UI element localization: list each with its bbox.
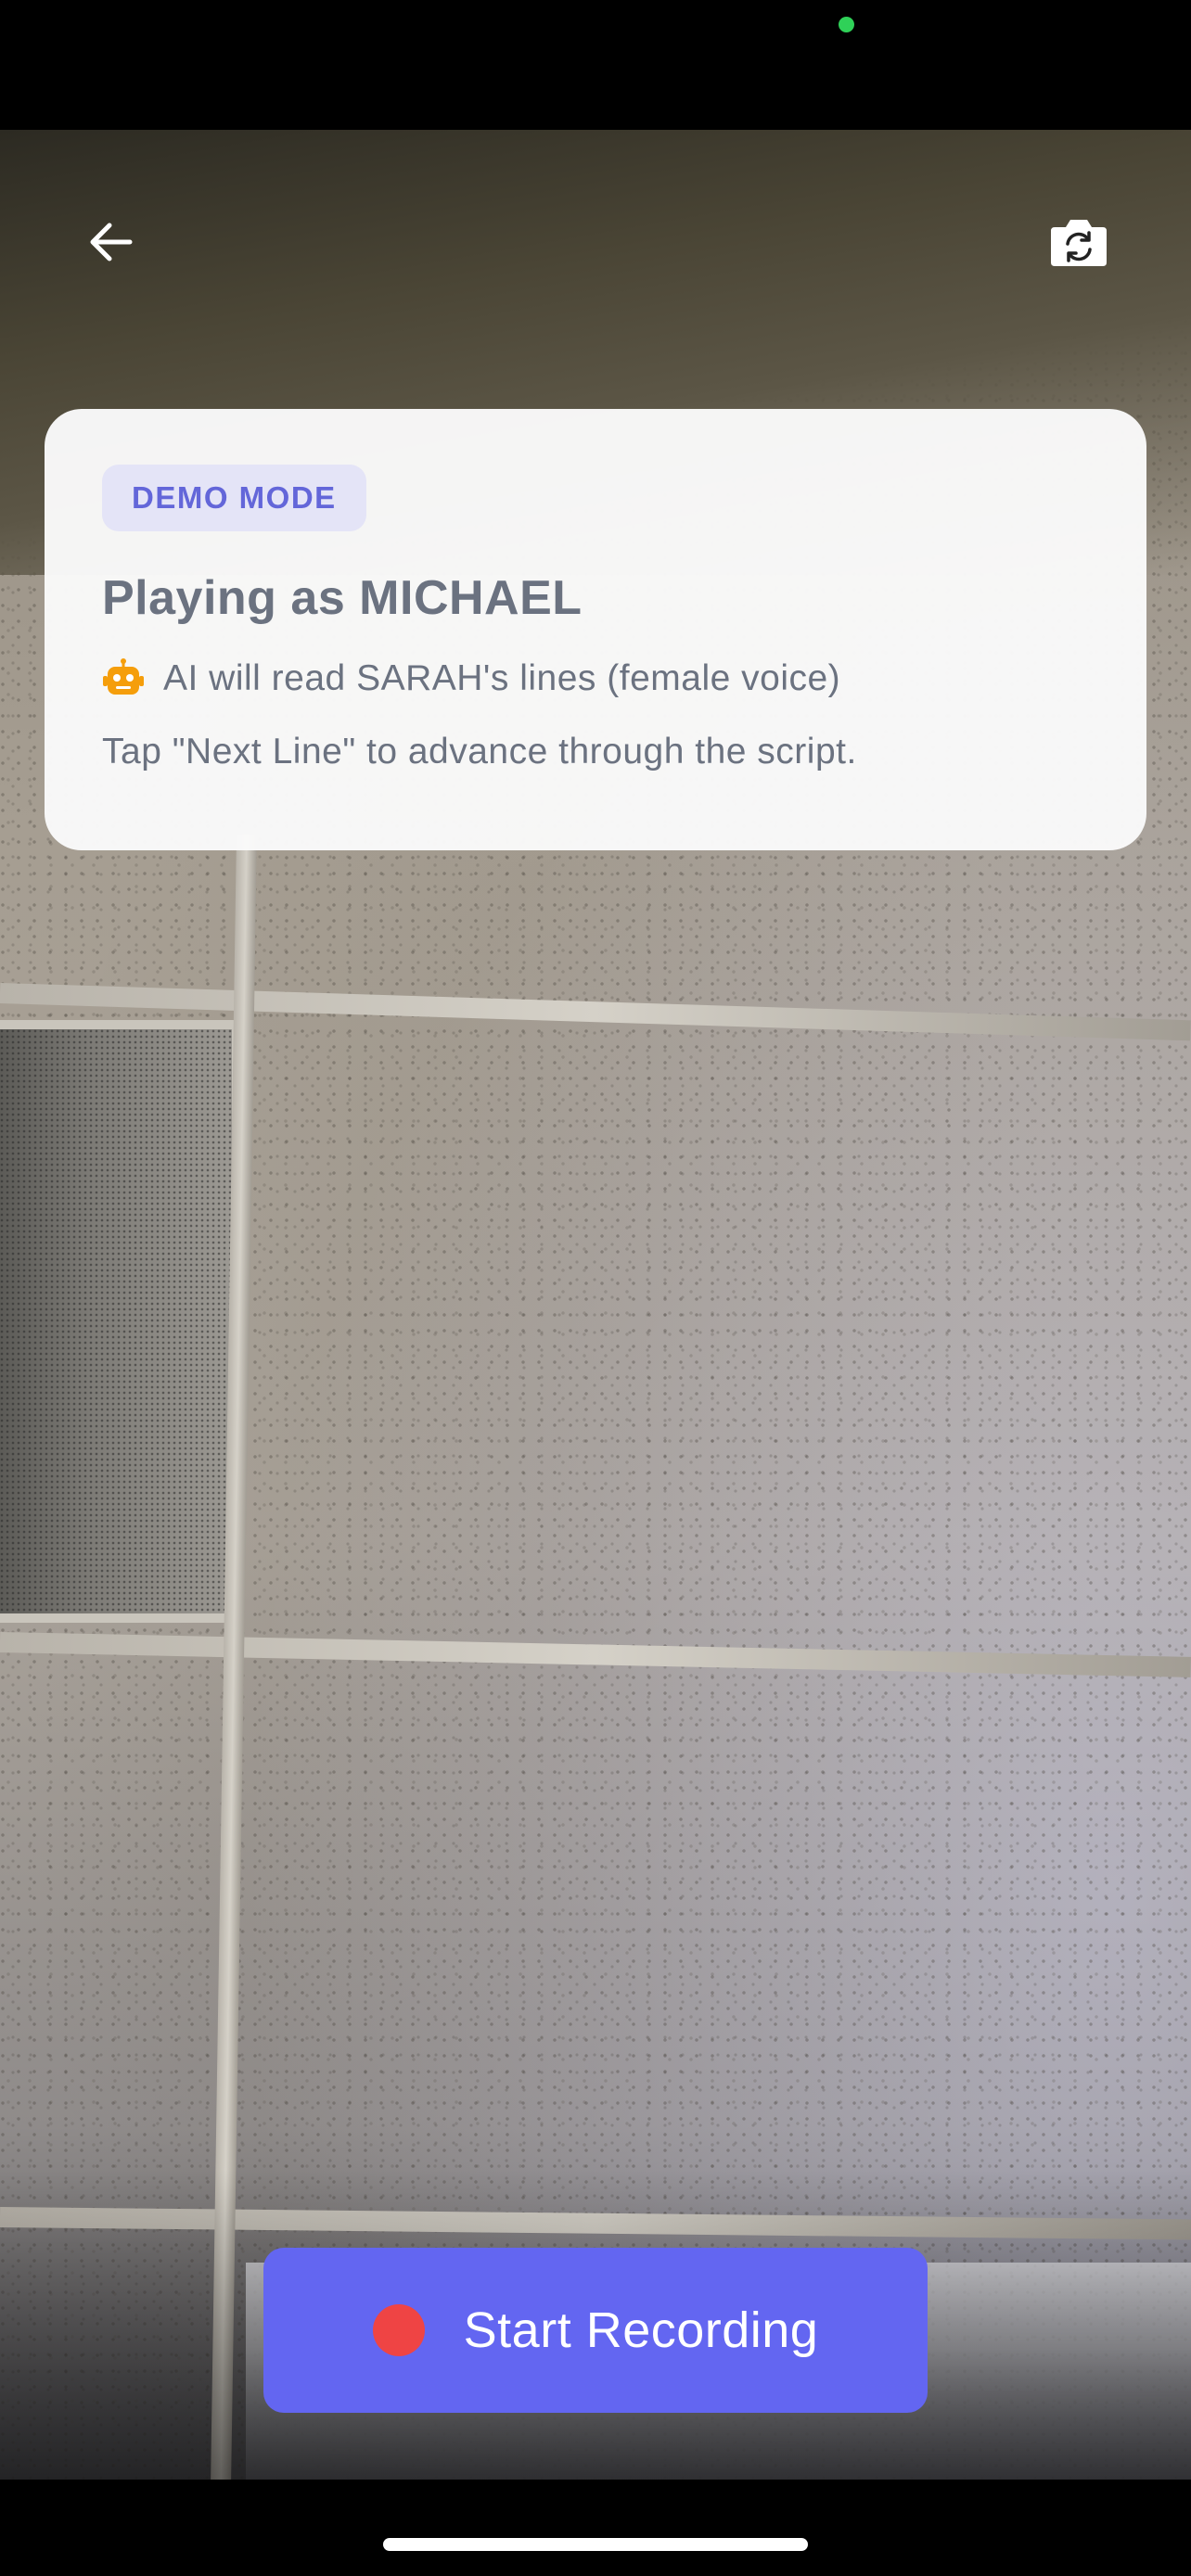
role-title: Playing as MICHAEL	[102, 571, 583, 625]
start-recording-button[interactable]: Start Recording	[263, 2248, 928, 2413]
ai-voice-text: AI will read SARAH's lines (female voice…	[163, 658, 841, 698]
next-line-hint: Tap "Next Line" to advance through the s…	[102, 732, 857, 772]
back-button[interactable]	[70, 200, 153, 284]
camera-flip-icon	[1051, 220, 1107, 266]
start-recording-label: Start Recording	[463, 2302, 819, 2358]
record-dot-icon	[372, 2304, 425, 2356]
demo-mode-badge: DEMO MODE	[102, 465, 366, 531]
ai-voice-info: AI will read SARAH's lines (female voice…	[102, 657, 1089, 700]
demo-info-card: DEMO MODE Playing as MICHAEL AI will rea…	[45, 409, 1146, 850]
status-bar	[0, 0, 1191, 130]
screen: DEMO MODE Playing as MICHAEL AI will rea…	[0, 0, 1191, 2576]
flip-camera-button[interactable]	[1037, 200, 1121, 284]
home-indicator[interactable]	[383, 2538, 808, 2551]
robot-icon	[103, 658, 144, 695]
arrow-left-icon	[90, 223, 133, 261]
camera-in-use-indicator	[839, 17, 854, 32]
ceiling-vent	[0, 1020, 241, 1623]
bottom-safe-area	[0, 2480, 1191, 2576]
